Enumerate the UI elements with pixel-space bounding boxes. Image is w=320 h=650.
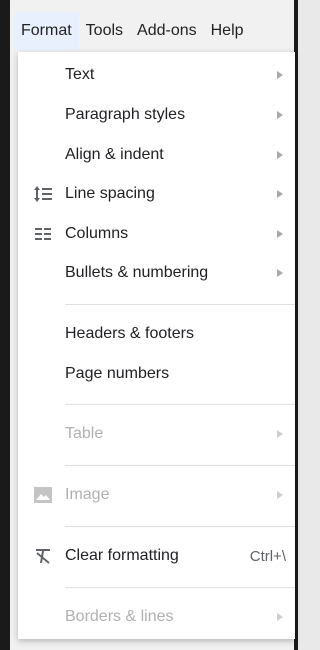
columns-icon <box>32 223 54 245</box>
menu-item-label: Bullets & numbering <box>65 264 209 281</box>
clear-formatting-icon <box>32 545 54 567</box>
menu-item-label: Align & indent <box>65 146 164 163</box>
menu-separator <box>65 465 295 466</box>
menu-format[interactable]: Format <box>14 12 79 50</box>
submenu-arrow-icon <box>277 491 283 499</box>
menu-item-label: Table <box>65 425 104 442</box>
menu-item-columns[interactable]: Columns <box>18 216 295 252</box>
menu-item-page-numbers[interactable]: Page numbers <box>18 356 295 392</box>
menu-separator <box>65 587 295 588</box>
submenu-arrow-icon <box>277 71 283 79</box>
menu-item-label: Columns <box>65 225 129 242</box>
menu-add-ons[interactable]: Add-ons <box>130 12 204 50</box>
menu-item-label: Clear formatting <box>65 547 179 564</box>
menu-item-text[interactable]: Text <box>18 57 295 93</box>
menu-separator <box>65 404 295 405</box>
format-dropdown-menu: Text Paragraph styles Align & indent Lin… <box>18 52 295 639</box>
submenu-arrow-icon <box>277 111 283 119</box>
menu-bar: Format Tools Add-ons Help <box>14 12 251 50</box>
submenu-arrow-icon <box>277 269 283 277</box>
menu-item-label: Paragraph styles <box>65 106 186 123</box>
app-window: Format Tools Add-ons Help Text Paragraph… <box>0 0 298 650</box>
submenu-arrow-icon <box>277 430 283 438</box>
menu-item-align-indent[interactable]: Align & indent <box>18 137 295 173</box>
menu-item-clear-formatting[interactable]: Clear formatting Ctrl+\ <box>18 538 295 574</box>
window-border-left <box>0 0 10 650</box>
menu-item-borders-lines: Borders & lines <box>18 599 295 635</box>
menu-tools[interactable]: Tools <box>79 12 130 50</box>
submenu-arrow-icon <box>277 230 283 238</box>
submenu-arrow-icon <box>277 190 283 198</box>
menu-separator <box>65 304 295 305</box>
menu-item-bullets-numbering[interactable]: Bullets & numbering <box>18 255 295 291</box>
menu-item-label: Line spacing <box>65 185 155 202</box>
image-icon <box>32 484 54 506</box>
line-spacing-icon <box>32 183 54 205</box>
menu-item-table: Table <box>18 416 295 452</box>
menu-item-label: Text <box>65 66 95 83</box>
menu-item-headers-footers[interactable]: Headers & footers <box>18 316 295 352</box>
menu-item-paragraph-styles[interactable]: Paragraph styles <box>18 97 295 133</box>
menu-item-image: Image <box>18 477 295 513</box>
submenu-arrow-icon <box>277 613 283 621</box>
menu-help[interactable]: Help <box>204 12 251 50</box>
shortcut-label: Ctrl+\ <box>249 547 286 565</box>
menu-item-label: Borders & lines <box>65 608 174 625</box>
menu-item-line-spacing[interactable]: Line spacing <box>18 176 295 212</box>
menu-item-label: Image <box>65 486 110 503</box>
menu-item-label: Headers & footers <box>65 325 194 342</box>
submenu-arrow-icon <box>277 151 283 159</box>
menu-separator <box>65 526 295 527</box>
menu-item-label: Page numbers <box>65 365 170 382</box>
